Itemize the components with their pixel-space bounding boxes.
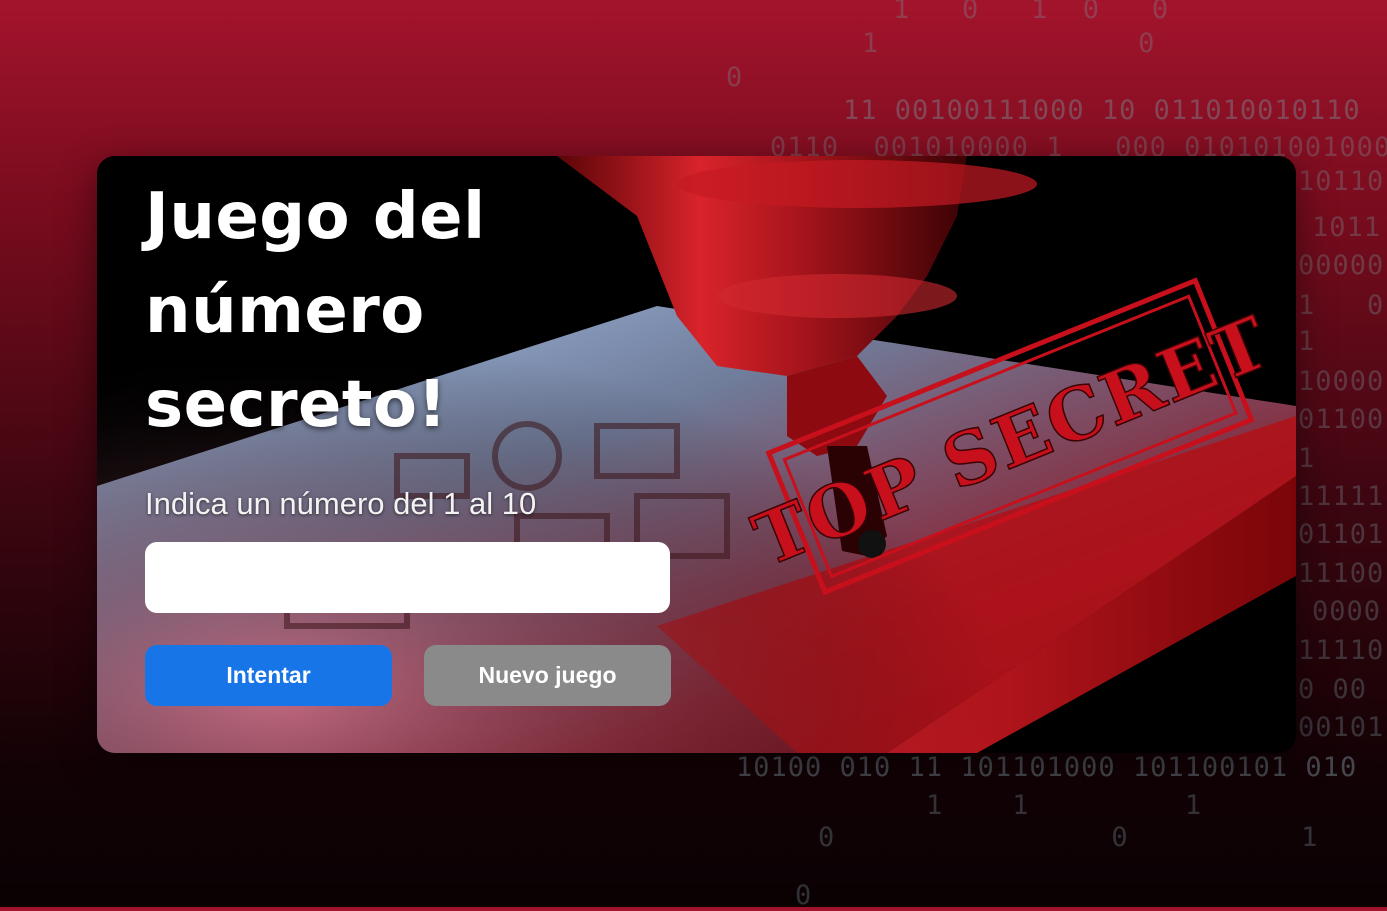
- binary-line: 10110: [1298, 166, 1385, 197]
- binary-line: 1 0: [862, 28, 1156, 59]
- number-input[interactable]: [145, 542, 670, 613]
- binary-line: 1011: [1312, 212, 1382, 243]
- binary-line: 00101: [1298, 712, 1385, 743]
- try-button[interactable]: Intentar: [145, 645, 392, 706]
- binary-line: 10000: [1298, 366, 1385, 397]
- binary-line: 1: [1298, 443, 1316, 474]
- binary-line: 11 00100111000 10 011010010110: [843, 95, 1361, 126]
- game-form: Juego del número secreto! Indica un núme…: [145, 156, 675, 706]
- binary-line: 11110: [1298, 635, 1385, 666]
- binary-line: 0: [726, 62, 744, 93]
- binary-line: 10100 010 11 101101000 101100101 010: [736, 752, 1358, 783]
- page-title: Juego del número secreto!: [145, 180, 486, 442]
- number-prompt-label: Indica un número del 1 al 10: [145, 486, 537, 521]
- binary-line: 0 0 1: [818, 822, 1319, 853]
- binary-line: 11100: [1298, 558, 1385, 589]
- new-game-button[interactable]: Nuevo juego: [424, 645, 671, 706]
- binary-line: 0: [795, 880, 813, 911]
- binary-line: 1 0 1 0 0: [893, 0, 1170, 25]
- game-card: TOP SECRET Juego del número secreto! Ind…: [97, 156, 1296, 753]
- binary-line: 1 0: [1298, 326, 1316, 357]
- binary-line: 11111: [1298, 481, 1385, 512]
- binary-line: 1 1 1: [926, 790, 1203, 821]
- binary-line: 0000: [1312, 596, 1382, 627]
- binary-line: 1 0: [1298, 290, 1385, 321]
- binary-line: 00000: [1298, 250, 1385, 281]
- binary-line: 01100: [1298, 404, 1385, 435]
- binary-line: 0 00: [1298, 674, 1368, 705]
- binary-line: 01101: [1298, 519, 1385, 550]
